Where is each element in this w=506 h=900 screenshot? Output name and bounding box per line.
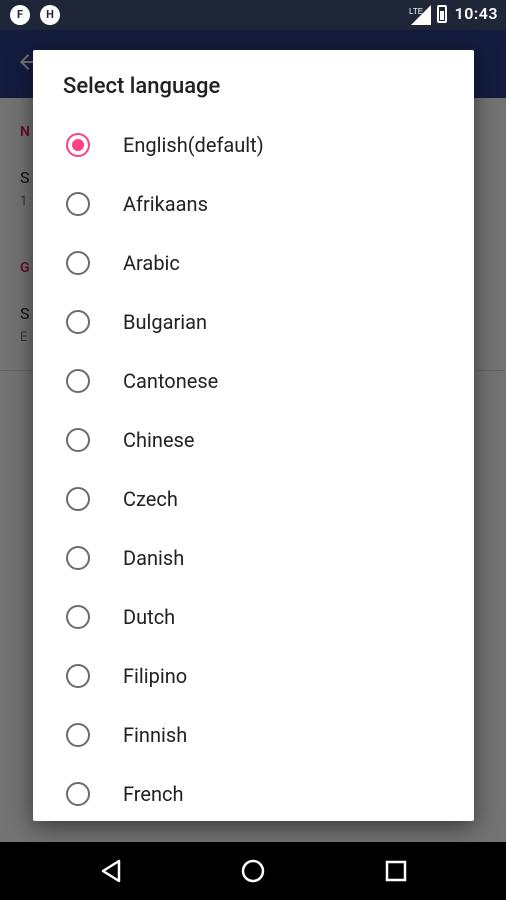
radio-button[interactable] xyxy=(66,781,90,806)
radio-button[interactable] xyxy=(66,427,90,452)
radio-button-checked[interactable] xyxy=(66,132,90,157)
radio-button[interactable] xyxy=(66,486,90,511)
language-label: Arabic xyxy=(123,250,180,275)
clock: 10:43 xyxy=(454,4,498,23)
system-icons: LTE 10:43 xyxy=(409,4,498,25)
language-label: Cantonese xyxy=(123,368,219,393)
language-option-french[interactable]: French xyxy=(33,764,474,821)
radio-button[interactable] xyxy=(66,368,90,393)
language-dialog: Select language English(default) Afrikaa… xyxy=(33,50,474,821)
home-nav-icon[interactable] xyxy=(238,856,268,886)
notification-icon: F xyxy=(10,5,30,25)
language-option-afrikaans[interactable]: Afrikaans xyxy=(33,174,474,233)
radio-button[interactable] xyxy=(66,309,90,334)
language-option-chinese[interactable]: Chinese xyxy=(33,410,474,469)
language-option-finnish[interactable]: Finnish xyxy=(33,705,474,764)
navigation-bar xyxy=(0,842,506,900)
language-label: French xyxy=(123,781,184,806)
radio-button[interactable] xyxy=(66,722,90,747)
signal-icon: LTE xyxy=(409,4,431,25)
radio-button[interactable] xyxy=(66,604,90,629)
language-label: Filipino xyxy=(123,663,188,688)
radio-button[interactable] xyxy=(66,250,90,275)
language-label: Czech xyxy=(123,486,178,511)
language-option-filipino[interactable]: Filipino xyxy=(33,646,474,705)
language-option-czech[interactable]: Czech xyxy=(33,469,474,528)
language-option-dutch[interactable]: Dutch xyxy=(33,587,474,646)
language-option-danish[interactable]: Danish xyxy=(33,528,474,587)
notification-area: F H xyxy=(10,5,60,25)
recents-nav-icon[interactable] xyxy=(381,856,411,886)
battery-icon xyxy=(436,4,447,23)
radio-button[interactable] xyxy=(66,191,90,216)
network-type-label: LTE xyxy=(409,7,423,16)
language-option-bulgarian[interactable]: Bulgarian xyxy=(33,292,474,351)
radio-button[interactable] xyxy=(66,545,90,570)
radio-button[interactable] xyxy=(66,663,90,688)
language-label: Chinese xyxy=(123,427,195,452)
language-label: Danish xyxy=(123,545,185,570)
language-label: Finnish xyxy=(123,722,188,747)
language-label: Bulgarian xyxy=(123,309,208,334)
language-label: Dutch xyxy=(123,604,176,629)
back-nav-icon[interactable] xyxy=(97,856,127,886)
status-bar: F H LTE 10:43 xyxy=(0,0,506,30)
language-option-english[interactable]: English(default) xyxy=(33,115,474,174)
dialog-title: Select language xyxy=(63,74,221,99)
language-label: English(default) xyxy=(123,132,264,157)
language-option-arabic[interactable]: Arabic xyxy=(33,233,474,292)
notification-icon: H xyxy=(40,5,60,25)
language-label: Afrikaans xyxy=(123,191,208,216)
language-option-cantonese[interactable]: Cantonese xyxy=(33,351,474,410)
